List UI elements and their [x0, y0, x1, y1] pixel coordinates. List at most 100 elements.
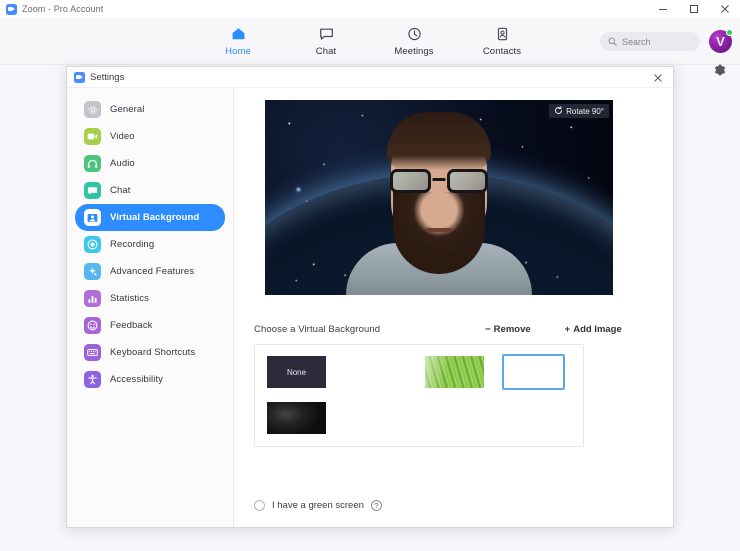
green-screen-checkbox[interactable]	[254, 500, 265, 511]
person-video-subject	[265, 100, 613, 295]
window-controls	[647, 0, 740, 18]
maximize-button[interactable]	[678, 0, 709, 18]
chat-bubble-icon	[319, 26, 334, 43]
background-thumb-grass[interactable]	[423, 354, 486, 390]
thumb-grass-surface	[425, 356, 484, 388]
sidebar-item-advanced-features-label: Advanced Features	[110, 266, 195, 277]
remove-background-label: Remove	[493, 323, 531, 335]
sidebar-item-feedback[interactable]: Feedback	[75, 312, 225, 339]
background-thumb-bridge[interactable]	[344, 354, 407, 390]
tab-contacts[interactable]: Contacts	[471, 26, 533, 57]
glasses-lens-left	[390, 168, 431, 193]
tab-contacts-label: Contacts	[482, 45, 522, 57]
sidebar-item-recording[interactable]: Recording	[75, 231, 225, 258]
sidebar-item-general-label: General	[110, 104, 145, 115]
sidebar-item-keyboard-shortcuts-label: Keyboard Shortcuts	[110, 347, 196, 358]
thumb-dark-surface	[267, 402, 326, 434]
background-thumb-space[interactable]	[502, 354, 565, 390]
green-screen-label: I have a green screen	[272, 500, 364, 511]
sidebar-item-statistics[interactable]: Statistics	[75, 285, 225, 312]
sidebar-item-general[interactable]: General	[75, 96, 225, 123]
smiley-icon	[84, 317, 101, 334]
background-thumb-none[interactable]: None	[265, 354, 328, 390]
settings-body: General Video Audio Chat Virtual Backgro…	[67, 88, 673, 527]
contact-card-icon	[495, 26, 510, 43]
sidebar-item-virtual-background-label: Virtual Background	[110, 212, 200, 223]
search-input[interactable]: Search	[600, 32, 700, 51]
tab-home[interactable]: Home	[207, 26, 269, 57]
thumb-none-surface: None	[267, 356, 326, 388]
tab-meetings-label: Meetings	[394, 45, 434, 57]
glasses-lens-right	[447, 168, 488, 193]
sidebar-item-audio[interactable]: Audio	[75, 150, 225, 177]
tab-meetings[interactable]: Meetings	[383, 26, 445, 57]
home-icon	[231, 26, 246, 43]
sidebar-item-virtual-background[interactable]: Virtual Background	[75, 204, 225, 231]
person-hair	[387, 112, 491, 170]
background-thumb-dark[interactable]	[265, 400, 328, 436]
choose-background-title: Choose a Virtual Background	[254, 323, 381, 335]
sidebar-item-feedback-label: Feedback	[110, 320, 153, 331]
nav-tabs: Home Chat Meetings Contacts	[207, 26, 533, 57]
online-status-dot	[726, 29, 733, 36]
rotate-icon	[554, 102, 563, 120]
sidebar-item-accessibility[interactable]: Accessibility	[75, 366, 225, 393]
gear-icon	[84, 101, 101, 118]
app-navbar: Home Chat Meetings Contacts Search V	[0, 18, 740, 65]
background-thumbnail-grid: None	[254, 344, 584, 447]
tab-home-label: Home	[225, 45, 251, 57]
video-preview: Rotate 90°	[265, 100, 613, 295]
sidebar-item-recording-label: Recording	[110, 239, 155, 250]
glasses-bridge	[432, 178, 446, 181]
navbar-right-group: Search V	[600, 18, 733, 65]
sidebar-item-statistics-label: Statistics	[110, 293, 150, 304]
sidebar-item-keyboard-shortcuts[interactable]: Keyboard Shortcuts	[75, 339, 225, 366]
settings-title-group: Settings	[74, 71, 125, 83]
camera-icon	[84, 128, 101, 145]
os-title-group: Zoom - Pro Account	[6, 3, 104, 15]
settings-dialog: Settings General Video Audio Chat Virtua…	[66, 66, 674, 528]
settings-close-button[interactable]	[643, 67, 673, 88]
keyboard-icon	[84, 344, 101, 361]
headphones-icon	[84, 155, 101, 172]
rotate-90-button[interactable]: Rotate 90°	[549, 104, 609, 118]
settings-dialog-titlebar: Settings	[67, 67, 673, 88]
zoom-logo-icon	[6, 3, 17, 15]
accessibility-icon	[84, 371, 101, 388]
sidebar-item-video[interactable]: Video	[75, 123, 225, 150]
avatar[interactable]: V	[709, 29, 733, 53]
bar-chart-icon	[84, 290, 101, 307]
help-icon[interactable]: ?	[370, 500, 382, 511]
background-actions: − Remove + Add Image	[485, 324, 622, 335]
minus-icon: −	[485, 323, 491, 335]
settings-sidebar: General Video Audio Chat Virtual Backgro…	[67, 88, 234, 527]
sparkle-icon	[84, 263, 101, 280]
zoom-logo-icon	[74, 71, 85, 83]
sidebar-item-chat-label: Chat	[110, 185, 131, 196]
rotate-90-label: Rotate 90°	[566, 106, 604, 116]
sidebar-item-advanced-features[interactable]: Advanced Features	[75, 258, 225, 285]
tab-chat-label: Chat	[315, 45, 337, 57]
remove-background-button[interactable]: − Remove	[485, 324, 531, 335]
minimize-button[interactable]	[647, 0, 678, 18]
os-window-titlebar: Zoom - Pro Account	[0, 0, 740, 18]
sidebar-item-audio-label: Audio	[110, 158, 135, 169]
thumb-none-label: None	[286, 367, 307, 377]
record-icon	[84, 236, 101, 253]
close-button[interactable]	[709, 0, 740, 18]
settings-dialog-title: Settings	[90, 71, 125, 83]
sidebar-item-chat[interactable]: Chat	[75, 177, 225, 204]
search-icon	[608, 37, 617, 46]
person-card-icon	[84, 209, 101, 226]
tab-chat[interactable]: Chat	[295, 26, 357, 57]
gear-icon[interactable]	[711, 62, 727, 78]
settings-content-panel: Rotate 90° Choose a Virtual Background −…	[234, 88, 673, 527]
os-window-title: Zoom - Pro Account	[22, 4, 104, 14]
sidebar-item-accessibility-label: Accessibility	[110, 374, 164, 385]
sidebar-item-video-label: Video	[110, 131, 135, 142]
search-placeholder: Search	[622, 36, 651, 47]
chat-bubble-icon	[84, 182, 101, 199]
plus-icon: +	[564, 323, 571, 335]
add-image-button[interactable]: + Add Image	[565, 324, 622, 335]
add-image-label: Add Image	[573, 323, 622, 335]
